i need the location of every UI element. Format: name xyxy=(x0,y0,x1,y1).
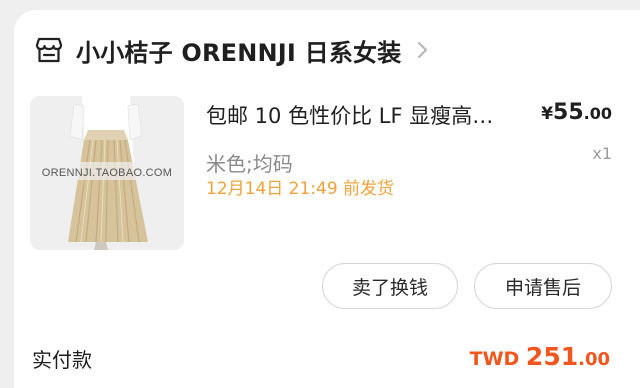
shipping-deadline: 12月14日 21:49 前发货 xyxy=(206,179,395,199)
paid-amount-label: 实付款 xyxy=(32,348,92,372)
paid-amount-value: TWD 251.00 xyxy=(470,342,610,371)
total-decimal: .00 xyxy=(578,349,610,370)
sell-for-cash-button[interactable]: 卖了换钱 xyxy=(322,263,458,309)
product-title[interactable]: 包邮 10 色性价比 LF 显瘦高… xyxy=(206,100,526,130)
total-currency: TWD xyxy=(469,348,526,370)
shop-name[interactable]: 小小桔子 ORENNJI 日系女装 xyxy=(76,33,401,68)
price-integer: 55 xyxy=(553,100,584,125)
chevron-right-icon[interactable] xyxy=(415,40,429,60)
product-variant: 米色;均码 xyxy=(206,152,293,176)
thumbnail-watermark-text: ORENNJI.TAOBAO.COM xyxy=(41,167,173,179)
product-quantity: x1 xyxy=(592,144,612,163)
price-currency: ¥ xyxy=(541,104,554,124)
product-thumbnail[interactable]: ORENNJI.TAOBAO.COM xyxy=(30,96,184,250)
after-sale-button[interactable]: 申请售后 xyxy=(474,263,612,309)
price-decimal: .00 xyxy=(583,104,612,123)
shop-header[interactable]: 小小桔子 ORENNJI 日系女装 xyxy=(34,32,429,68)
storefront-icon xyxy=(34,35,64,65)
order-card: 小小桔子 ORENNJI 日系女装 ORENNJI.TAOBAO.COM 包邮 … xyxy=(14,10,640,388)
product-price: ¥55.00 xyxy=(541,100,612,125)
total-integer: 251 xyxy=(525,342,579,371)
